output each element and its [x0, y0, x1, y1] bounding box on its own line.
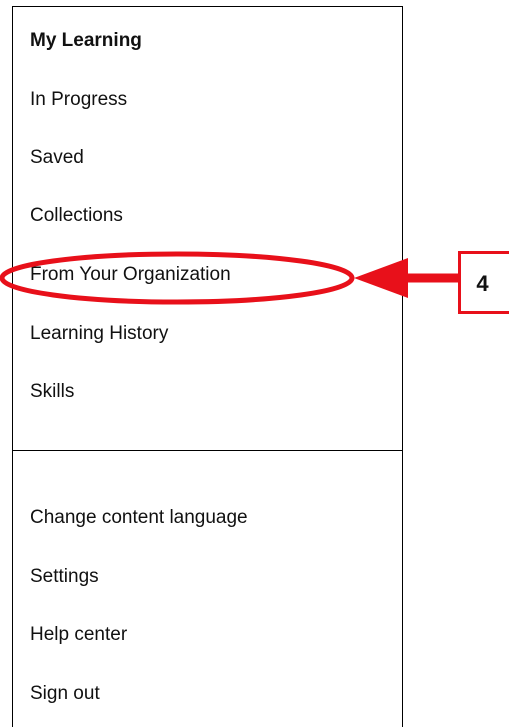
menu-item-settings[interactable]: Settings	[30, 565, 99, 589]
menu-item-in-progress[interactable]: In Progress	[30, 88, 127, 112]
menu-divider	[13, 450, 402, 451]
menu-item-collections[interactable]: Collections	[30, 204, 123, 228]
menu-item-from-your-organization[interactable]: From Your Organization	[30, 263, 231, 287]
step-callout-box: 4	[458, 251, 509, 314]
menu-item-change-content-language[interactable]: Change content language	[30, 506, 248, 530]
menu-item-help-center[interactable]: Help center	[30, 623, 127, 647]
menu-item-saved[interactable]: Saved	[30, 146, 84, 170]
menu-item-learning-history[interactable]: Learning History	[30, 322, 168, 346]
menu-item-skills[interactable]: Skills	[30, 380, 74, 404]
menu-item-sign-out[interactable]: Sign out	[30, 682, 100, 706]
account-menu-panel: My Learning In Progress Saved Collection…	[12, 6, 403, 727]
menu-header-my-learning[interactable]: My Learning	[30, 29, 142, 53]
step-number-label: 4	[476, 270, 489, 296]
